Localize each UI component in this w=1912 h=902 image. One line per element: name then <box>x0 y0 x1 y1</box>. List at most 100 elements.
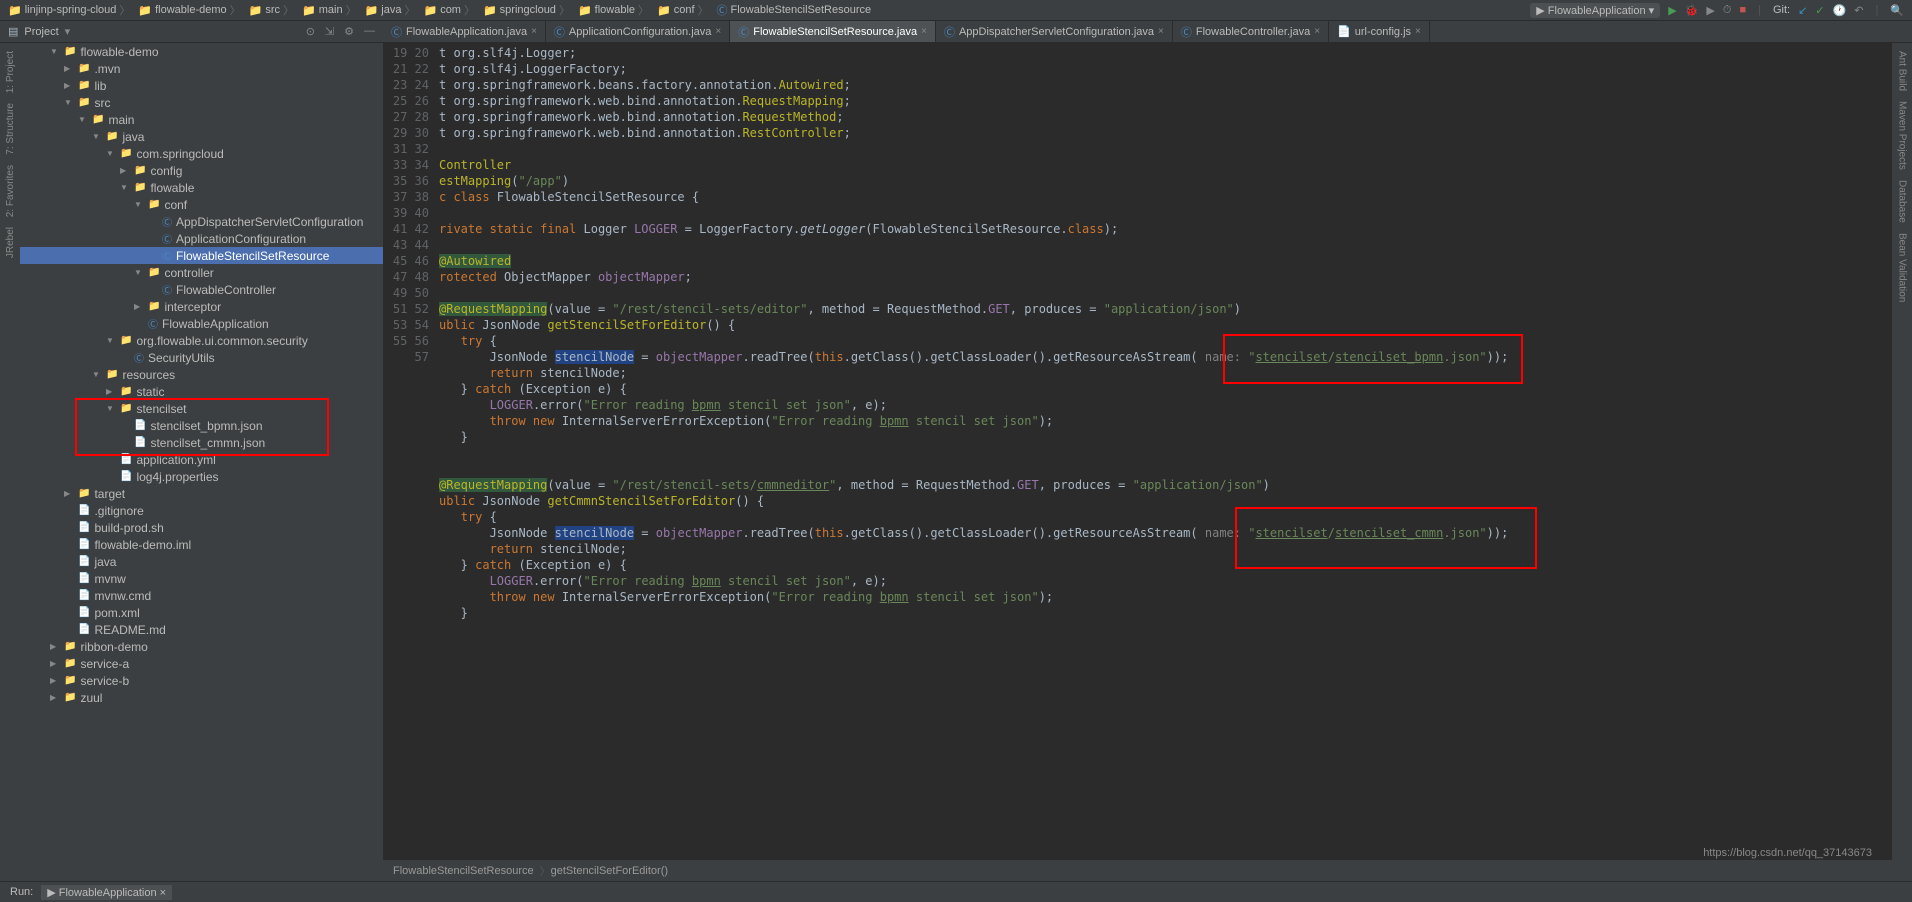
tree-item[interactable]: ▶📁static <box>20 383 383 400</box>
tree-arrow-icon[interactable]: ▼ <box>120 183 130 192</box>
breadcrumb-item[interactable]: 📁 springcloud 〉 <box>483 2 570 18</box>
breadcrumb-item[interactable]: 📁 com 〉 <box>423 2 474 18</box>
editor-tab[interactable]: 📄url-config.js× <box>1329 21 1430 42</box>
tree-item[interactable]: ▶📁.mvn <box>20 60 383 77</box>
coverage-icon[interactable]: ▶ <box>1706 4 1714 17</box>
tree-item[interactable]: 📄build-prod.sh <box>20 519 383 536</box>
tree-arrow-icon[interactable]: ▶ <box>64 81 74 90</box>
search-icon[interactable]: 🔍 <box>1890 4 1904 17</box>
tree-item[interactable]: 📄flowable-demo.iml <box>20 536 383 553</box>
tree-arrow-icon[interactable]: ▼ <box>106 149 116 158</box>
breadcrumb-file[interactable]: Ⓒ FlowableStencilSetResource <box>717 2 872 18</box>
tree-item[interactable]: ⒸFlowableController <box>20 281 383 298</box>
editor-tab[interactable]: ⒸFlowableStencilSetResource.java× <box>730 21 936 42</box>
gear-icon[interactable]: ⚙ <box>344 25 354 38</box>
tree-item[interactable]: 📄stencilset_bpmn.json <box>20 417 383 434</box>
tool-bean[interactable]: Bean Validation <box>1897 233 1908 302</box>
tool-structure[interactable]: 7: Structure <box>5 103 16 155</box>
editor-tab[interactable]: ⒸAppDispatcherServletConfiguration.java× <box>936 21 1173 42</box>
breadcrumb-item[interactable]: 📁 main 〉 <box>302 2 357 18</box>
tree-item[interactable]: 📄java <box>20 553 383 570</box>
tree-item[interactable]: ▼📁stencilset <box>20 400 383 417</box>
tree-item[interactable]: 📄pom.xml <box>20 604 383 621</box>
stop-icon[interactable]: ■ <box>1739 4 1746 16</box>
tree-item[interactable]: ▼📁org.flowable.ui.common.security <box>20 332 383 349</box>
code-editor[interactable]: 19 20 21 22 23 24 25 26 27 28 29 30 31 3… <box>383 43 1892 887</box>
breadcrumb-item[interactable]: 📁 src 〉 <box>249 2 294 18</box>
tree-arrow-icon[interactable]: ▼ <box>106 404 116 413</box>
vcs-history-icon[interactable]: 🕐 <box>1833 4 1847 17</box>
tree-item[interactable]: 📄mvnw.cmd <box>20 587 383 604</box>
project-tree[interactable]: ▼📁flowable-demo▶📁.mvn▶📁lib▼📁src▼📁main▼📁j… <box>20 43 383 887</box>
tree-item[interactable]: 📄mvnw <box>20 570 383 587</box>
tree-item[interactable]: 📄log4j.properties <box>20 468 383 485</box>
close-icon[interactable]: × <box>531 26 537 37</box>
tree-item[interactable]: 📄stencilset_cmmn.json <box>20 434 383 451</box>
tree-item[interactable]: ▶📁service-b <box>20 672 383 689</box>
tree-arrow-icon[interactable]: ▼ <box>134 268 144 277</box>
collapse-icon[interactable]: ⇲ <box>325 25 334 38</box>
tree-item[interactable]: 📄.gitignore <box>20 502 383 519</box>
profile-icon[interactable]: ⏱ <box>1723 4 1732 17</box>
close-icon[interactable]: × <box>715 26 721 37</box>
breadcrumb-item[interactable]: 📁 linjinp-spring-cloud 〉 <box>8 2 130 18</box>
tool-database[interactable]: Database <box>1897 180 1908 223</box>
crumb-method[interactable]: getStencilSetForEditor() <box>551 865 668 877</box>
tree-item[interactable]: ▶📁lib <box>20 77 383 94</box>
tree-item[interactable]: 📄application.yml <box>20 451 383 468</box>
tree-item[interactable]: ▶📁interceptor <box>20 298 383 315</box>
tree-arrow-icon[interactable]: ▼ <box>106 336 116 345</box>
tree-arrow-icon[interactable]: ▶ <box>120 166 130 175</box>
tree-item[interactable]: ⒸFlowableApplication <box>20 315 383 332</box>
tree-arrow-icon[interactable]: ▶ <box>50 693 60 702</box>
tree-arrow-icon[interactable]: ▼ <box>134 200 144 209</box>
locate-icon[interactable]: ⊙ <box>306 25 315 38</box>
tree-item[interactable]: ▶📁config <box>20 162 383 179</box>
hide-icon[interactable]: — <box>364 25 375 38</box>
tree-arrow-icon[interactable]: ▼ <box>50 47 60 56</box>
tree-item[interactable]: ⒸApplicationConfiguration <box>20 230 383 247</box>
tree-item[interactable]: ⒸAppDispatcherServletConfiguration <box>20 213 383 230</box>
breadcrumb-item[interactable]: 📁 java 〉 <box>365 2 416 18</box>
vcs-update-icon[interactable]: ↙ <box>1798 4 1807 17</box>
vcs-commit-icon[interactable]: ✓ <box>1815 4 1824 17</box>
close-icon[interactable]: × <box>1158 26 1164 37</box>
tree-item[interactable]: ⒸFlowableStencilSetResource <box>20 247 383 264</box>
tree-item[interactable]: 📄README.md <box>20 621 383 638</box>
tree-arrow-icon[interactable]: ▶ <box>64 64 74 73</box>
tree-item[interactable]: ▼📁resources <box>20 366 383 383</box>
tree-item[interactable]: ▼📁flowable <box>20 179 383 196</box>
close-icon[interactable]: × <box>1415 26 1421 37</box>
tree-item[interactable]: ▶📁service-a <box>20 655 383 672</box>
tree-item[interactable]: ▶📁target <box>20 485 383 502</box>
editor-tab[interactable]: ⒸApplicationConfiguration.java× <box>546 21 730 42</box>
tool-project[interactable]: 1: Project <box>5 51 16 93</box>
run-config-selector[interactable]: ▶ FlowableApplication ▾ <box>1530 3 1660 18</box>
tool-favorites[interactable]: 2: Favorites <box>5 165 16 217</box>
close-icon[interactable]: × <box>1314 26 1320 37</box>
tree-arrow-icon[interactable]: ▶ <box>50 676 60 685</box>
tree-arrow-icon[interactable]: ▶ <box>50 659 60 668</box>
vcs-revert-icon[interactable]: ↶ <box>1854 4 1863 17</box>
run-icon[interactable]: ▶ <box>1668 4 1676 17</box>
crumb-class[interactable]: FlowableStencilSetResource <box>393 865 534 877</box>
tree-item[interactable]: ▼📁flowable-demo <box>20 43 383 60</box>
tree-arrow-icon[interactable]: ▼ <box>64 98 74 107</box>
tree-item[interactable]: ▼📁conf <box>20 196 383 213</box>
tree-arrow-icon[interactable]: ▶ <box>64 489 74 498</box>
breadcrumb-item[interactable]: 📁 flowable-demo 〉 <box>138 2 240 18</box>
tool-jrebel[interactable]: JRebel <box>5 227 16 258</box>
code-area[interactable]: t org.slf4j.Logger; t org.slf4j.LoggerFa… <box>439 43 1892 887</box>
tool-ant[interactable]: Ant Build <box>1897 51 1908 91</box>
tree-item[interactable]: ⒸSecurityUtils <box>20 349 383 366</box>
tree-item[interactable]: ▼📁main <box>20 111 383 128</box>
debug-icon[interactable]: 🐞 <box>1685 4 1699 17</box>
breadcrumb-item[interactable]: 📁 conf 〉 <box>657 2 709 18</box>
tree-arrow-icon[interactable]: ▶ <box>106 387 116 396</box>
run-config-tab[interactable]: ▶ FlowableApplication × <box>41 885 172 900</box>
tree-item[interactable]: ▶📁ribbon-demo <box>20 638 383 655</box>
tree-item[interactable]: ▼📁com.springcloud <box>20 145 383 162</box>
tree-arrow-icon[interactable]: ▼ <box>92 370 102 379</box>
tree-item[interactable]: ▼📁controller <box>20 264 383 281</box>
close-icon[interactable]: × <box>921 26 927 37</box>
